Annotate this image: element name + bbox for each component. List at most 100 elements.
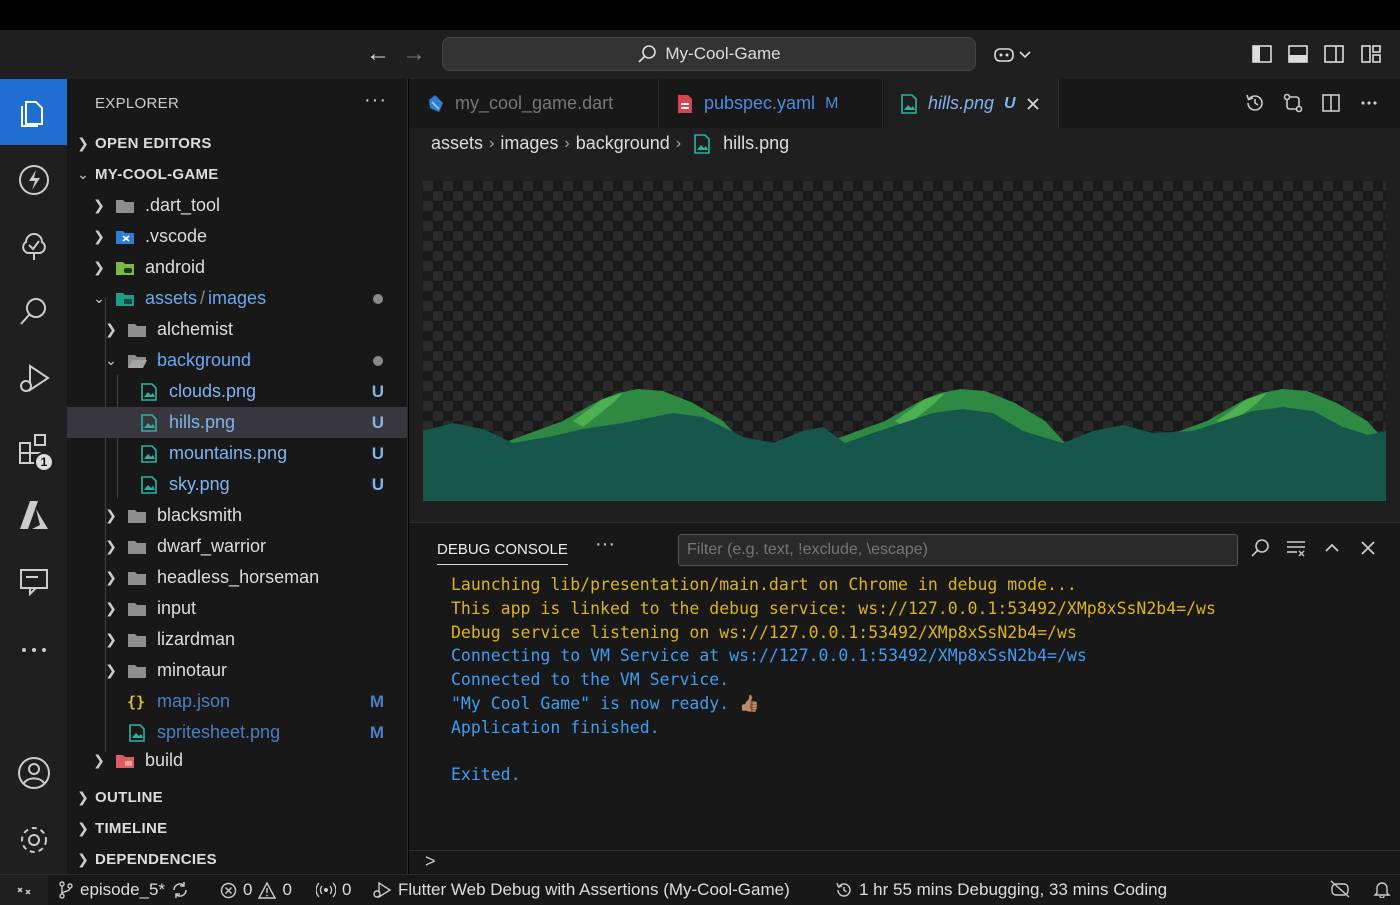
- outline-section[interactable]: ❯ OUTLINE: [67, 782, 407, 813]
- tree-label: blacksmith: [157, 505, 243, 525]
- open-changes-icon[interactable]: [1282, 92, 1304, 114]
- tab-my-cool-game-dart[interactable]: my_cool_game.dart: [409, 79, 659, 128]
- customize-layout-icon[interactable]: [1360, 43, 1382, 65]
- command-center-search[interactable]: My-Cool-Game: [442, 37, 976, 71]
- tree-item-dart-tool[interactable]: ❯ .dart_tool: [67, 190, 407, 221]
- back-arrow-button[interactable]: ←: [366, 42, 390, 66]
- timeline-section[interactable]: ❯ TIMELINE: [67, 813, 407, 844]
- tree-item-sky[interactable]: sky.png U: [67, 469, 407, 500]
- console-line: Connected to the VM Service.: [451, 670, 730, 690]
- tree-item-vscode[interactable]: ❯ .vscode: [67, 221, 407, 252]
- tree-item-assets-images[interactable]: ⌄ assets / images: [67, 283, 407, 314]
- console-line: "My Cool Game" is now ready. 👍🏽: [451, 693, 760, 713]
- remote-explorer-activity[interactable]: [0, 548, 67, 614]
- error-count: 0: [243, 880, 253, 899]
- dependencies-section[interactable]: ❯ DEPENDENCIES: [67, 844, 407, 875]
- problems-item[interactable]: 0 0: [220, 880, 292, 900]
- search-activity[interactable]: [0, 279, 67, 345]
- notifications-item[interactable]: [1373, 880, 1391, 898]
- yaml-file-icon: [678, 94, 692, 113]
- accounts-activity[interactable]: [0, 740, 67, 806]
- section-label: OUTLINE: [95, 789, 163, 806]
- chevron-right-icon: ❯: [105, 662, 117, 678]
- testing-activity[interactable]: [0, 213, 67, 279]
- more-activity[interactable]: [0, 617, 67, 683]
- more-actions-icon[interactable]: [1358, 92, 1380, 114]
- tree-label: spritesheet.png: [157, 722, 281, 742]
- tree-label: clouds.png: [169, 381, 257, 401]
- toggle-primary-sidebar-icon[interactable]: [1251, 43, 1273, 65]
- toggle-secondary-sidebar-icon[interactable]: [1323, 43, 1345, 65]
- forward-arrow-button[interactable]: →: [402, 42, 426, 66]
- console-input[interactable]: >: [409, 850, 1400, 876]
- console-filter-input[interactable]: [678, 534, 1238, 566]
- copilot-status-item[interactable]: [1329, 880, 1351, 898]
- breadcrumb-item[interactable]: assets: [431, 133, 483, 154]
- git-branch-item[interactable]: episode_5*: [58, 880, 189, 900]
- tab-debug-console[interactable]: DEBUG CONSOLE: [437, 541, 568, 565]
- chevron-up-icon[interactable]: [1321, 537, 1343, 559]
- tree-item-clouds[interactable]: clouds.png U: [67, 376, 407, 407]
- git-status-badge: U: [371, 474, 384, 494]
- run-debug-activity[interactable]: [0, 345, 67, 411]
- split-editor-icon[interactable]: [1320, 92, 1342, 114]
- tree-item-map-json[interactable]: {} map.json M: [67, 686, 407, 717]
- folder-icon: [128, 571, 146, 585]
- explorer-activity[interactable]: [0, 79, 67, 145]
- breadcrumb-item[interactable]: hills.png: [723, 133, 789, 154]
- open-editors-section[interactable]: ❯ OPEN EDITORS: [67, 128, 407, 159]
- panel-more-button[interactable]: ···: [595, 533, 615, 556]
- tree-item-input[interactable]: ❯ input: [67, 593, 407, 624]
- manage-activity[interactable]: [0, 807, 67, 873]
- toggle-panel-icon[interactable]: [1287, 43, 1309, 65]
- copilot-icon[interactable]: [993, 43, 1015, 65]
- section-label: TIMELINE: [95, 820, 168, 837]
- ports-item[interactable]: 0: [316, 880, 351, 900]
- time-tracking-item[interactable]: 1 hr 55 mins Debugging, 33 mins Coding: [835, 880, 1167, 900]
- tree-item-blacksmith[interactable]: ❯ blacksmith: [67, 500, 407, 531]
- chevron-right-icon: ❯: [77, 789, 89, 805]
- flutter-activity[interactable]: [0, 147, 67, 213]
- history-icon[interactable]: [1244, 92, 1266, 114]
- chevron-right-icon: >: [425, 851, 436, 871]
- project-section[interactable]: ⌄ MY-COOL-GAME: [67, 159, 407, 190]
- debug-config-item[interactable]: Flutter Web Debug with Assertions (My-Co…: [372, 880, 790, 900]
- tree-item-headless-horseman[interactable]: ❯ headless_horseman: [67, 562, 407, 593]
- run-debug-icon: [373, 881, 392, 899]
- tree-item-lizardman[interactable]: ❯ lizardman: [67, 624, 407, 655]
- tree-item-alchemist[interactable]: ❯ alchemist: [67, 314, 407, 345]
- warning-count: 0: [282, 880, 292, 899]
- find-icon[interactable]: [1249, 537, 1271, 559]
- close-icon[interactable]: [1357, 537, 1379, 559]
- remote-indicator[interactable]: [0, 875, 48, 905]
- chevron-right-icon: ❯: [105, 321, 117, 337]
- tree-item-dwarf-warrior[interactable]: ❯ dwarf_warrior: [67, 531, 407, 562]
- azure-activity[interactable]: [0, 482, 67, 548]
- chevron-right-icon: ❯: [93, 752, 105, 768]
- git-status-badge: M: [369, 691, 384, 711]
- tree-item-build[interactable]: ❯ build: [67, 745, 407, 776]
- error-icon: [220, 882, 237, 898]
- tab-hills-png[interactable]: hills.png U: [884, 79, 1059, 128]
- extensions-activity[interactable]: 1: [0, 416, 67, 482]
- tab-pubspec-yaml[interactable]: pubspec.yaml M: [660, 79, 883, 128]
- breadcrumb-item[interactable]: background: [576, 133, 670, 154]
- tree-item-mountains[interactable]: mountains.png U: [67, 438, 407, 469]
- clear-console-icon[interactable]: [1285, 537, 1307, 559]
- git-status-badge: M: [369, 722, 384, 742]
- tree-item-android[interactable]: ❯ android: [67, 252, 407, 283]
- sync-icon[interactable]: [171, 881, 189, 899]
- vscode-folder-icon: [116, 230, 134, 244]
- tree-item-spritesheet[interactable]: spritesheet.png M: [67, 717, 407, 748]
- chevron-down-icon: ⌄: [77, 166, 89, 182]
- chevron-down-icon[interactable]: [1018, 43, 1032, 65]
- close-icon[interactable]: [1026, 97, 1040, 111]
- explorer-more-button[interactable]: ···: [364, 89, 387, 112]
- tree-label: input: [157, 598, 197, 618]
- tree-item-background[interactable]: ⌄ background: [67, 345, 407, 376]
- tree-item-minotaur[interactable]: ❯ minotaur: [67, 655, 407, 686]
- breadcrumb-item[interactable]: images: [500, 133, 558, 154]
- chevron-right-icon: ❯: [93, 197, 105, 213]
- folder-icon: [128, 323, 146, 337]
- tree-item-hills[interactable]: hills.png U: [67, 407, 407, 438]
